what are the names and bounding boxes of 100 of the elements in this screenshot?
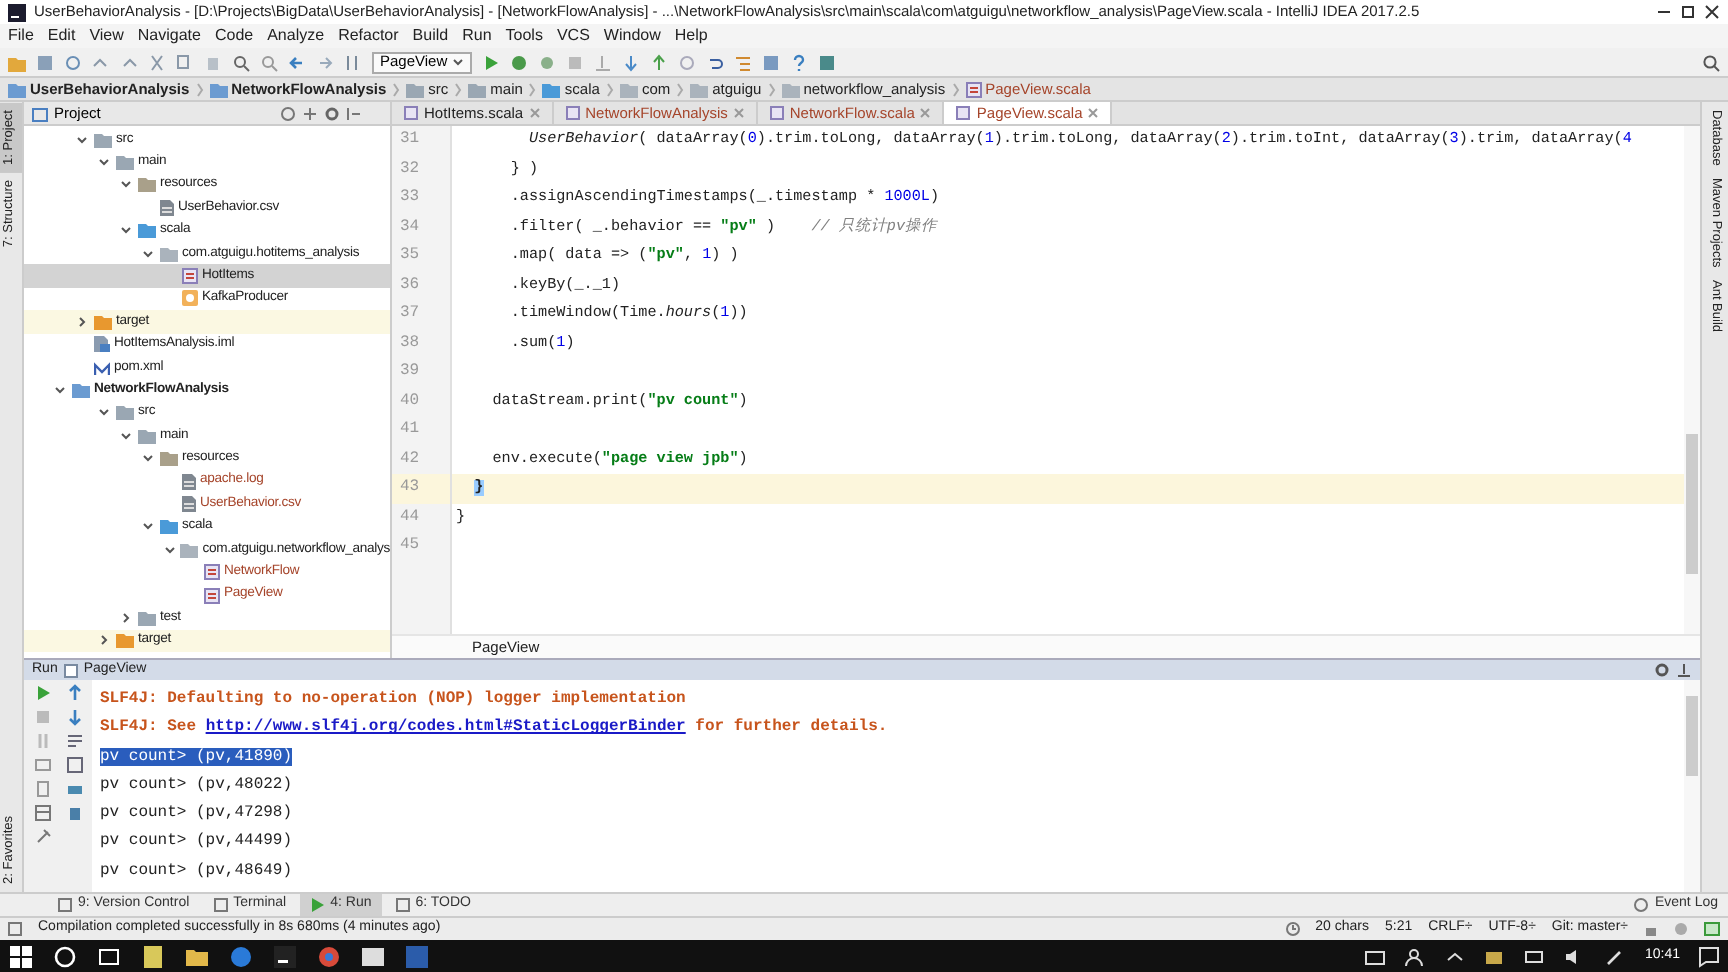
menu-item[interactable]: Run xyxy=(462,24,492,48)
menu-item[interactable]: View xyxy=(89,24,124,48)
menu-item[interactable]: Refactor xyxy=(338,24,399,48)
tool-icon xyxy=(213,898,228,912)
console-line: SLF4J: See http://www.slf4j.org/codes.html#StaticLoggerBinder for further details. xyxy=(100,718,888,737)
menu-item[interactable]: Window xyxy=(603,24,661,48)
redo-icon[interactable] xyxy=(120,53,138,71)
build-icon[interactable] xyxy=(344,53,362,71)
memory-icon[interactable] xyxy=(1704,922,1720,936)
line-number: 45 xyxy=(398,534,422,558)
console-line: pv count> (pv,44499) xyxy=(100,832,293,851)
package-icon xyxy=(619,81,638,97)
menu-item[interactable]: Edit xyxy=(47,24,76,48)
gear-icon[interactable] xyxy=(324,105,340,121)
line-number: 37 xyxy=(398,302,422,326)
class-icon xyxy=(182,290,198,307)
run-icon xyxy=(310,898,325,912)
run-config-icon xyxy=(63,663,78,677)
cut-icon[interactable] xyxy=(148,53,166,71)
chevron-icon xyxy=(454,81,463,97)
module-icon xyxy=(8,81,26,97)
scala-file-icon xyxy=(204,587,220,603)
lock-icon[interactable] xyxy=(1644,922,1658,936)
hide-icon[interactable] xyxy=(1676,662,1692,678)
maven-m-icon xyxy=(94,359,110,376)
tool-icon xyxy=(58,898,72,912)
scrollbar-thumb[interactable] xyxy=(1686,696,1698,776)
vcs-commit-icon[interactable] xyxy=(649,53,668,71)
layout-icon[interactable] xyxy=(33,804,51,822)
folder-icon xyxy=(542,81,561,97)
help-icon[interactable] xyxy=(789,53,808,71)
soft-wrap-icon[interactable] xyxy=(65,732,83,750)
package-icon xyxy=(180,541,199,558)
file-icon xyxy=(182,473,196,490)
maximize-icon[interactable] xyxy=(1680,4,1696,20)
down-arrow-icon[interactable] xyxy=(65,708,83,726)
module-icon xyxy=(209,81,228,97)
browser-circle-icon[interactable] xyxy=(316,943,342,969)
back-icon[interactable] xyxy=(288,53,306,71)
replace-icon[interactable] xyxy=(260,53,278,71)
search-icon[interactable] xyxy=(1702,53,1720,71)
undo-icon[interactable] xyxy=(92,53,110,71)
rerun-icon[interactable] xyxy=(33,684,51,702)
line-number: 42 xyxy=(398,447,422,471)
module-icon xyxy=(72,381,90,398)
menu-item[interactable]: Build xyxy=(412,24,449,48)
gear-icon[interactable] xyxy=(1654,662,1670,678)
make-icon[interactable] xyxy=(593,53,612,71)
browser-e-icon[interactable] xyxy=(228,943,254,969)
chevron-icon xyxy=(676,81,685,97)
menu-item[interactable]: VCS xyxy=(556,24,590,48)
line-number: 40 xyxy=(398,389,422,413)
forward-icon[interactable] xyxy=(316,53,334,71)
panel-toggle-icon[interactable] xyxy=(8,922,22,936)
line-number: 35 xyxy=(398,244,422,268)
hide-icon[interactable] xyxy=(346,105,362,121)
scrollbar-thumb[interactable] xyxy=(1686,434,1698,574)
vcs-update-icon[interactable] xyxy=(621,53,640,71)
menu-item[interactable]: Navigate xyxy=(137,24,201,48)
pin-icon[interactable] xyxy=(33,828,51,846)
menu-item[interactable]: File xyxy=(8,24,34,48)
line-number: 44 xyxy=(398,505,422,529)
revert-icon[interactable] xyxy=(705,53,724,71)
link[interactable]: http://www.slf4j.org/codes.html#StaticLoggerBinder xyxy=(205,718,686,737)
structure-icon[interactable] xyxy=(733,53,752,71)
scroll-end-icon[interactable] xyxy=(65,756,83,774)
folder-icon xyxy=(406,81,425,97)
console-line: SLF4J: Defaulting to no-operation (NOP) logger implementation xyxy=(100,690,686,708)
pen-icon[interactable] xyxy=(1604,945,1627,967)
exit-icon[interactable] xyxy=(33,780,51,798)
notepad-icon[interactable] xyxy=(140,943,166,969)
menu-item[interactable]: Analyze xyxy=(267,24,325,48)
menu-item[interactable]: Help xyxy=(674,24,708,48)
menu-item[interactable]: Code xyxy=(214,24,254,48)
up-arrow-icon[interactable] xyxy=(65,684,83,702)
menu-item[interactable]: Tools xyxy=(505,24,543,48)
console-line: pv count> (pv,47298) xyxy=(100,804,293,823)
caret-icon xyxy=(451,57,464,67)
battery-icon[interactable] xyxy=(1524,945,1547,967)
line-number: 33 xyxy=(398,186,422,210)
windows-logo-icon[interactable] xyxy=(8,943,34,969)
keyboard-icon[interactable] xyxy=(1364,945,1387,967)
chevron-icon xyxy=(605,81,614,97)
close-icon[interactable] xyxy=(1704,4,1720,20)
line-number: 34 xyxy=(398,215,422,239)
module-file-icon xyxy=(94,336,110,353)
run-icon[interactable] xyxy=(481,53,500,71)
scala-file-icon xyxy=(182,268,198,285)
debug-icon[interactable] xyxy=(509,53,528,71)
task-view-icon[interactable] xyxy=(96,943,122,969)
project-view-icon xyxy=(32,105,48,121)
people-icon[interactable] xyxy=(1404,945,1427,967)
notification-icon[interactable] xyxy=(1698,945,1720,967)
ide-icon[interactable] xyxy=(272,943,298,969)
expand-icon[interactable] xyxy=(302,105,318,121)
console-line: pv count> (pv,48022) xyxy=(100,775,293,794)
dump-icon[interactable] xyxy=(33,756,51,774)
scala-file-icon xyxy=(204,564,220,581)
copy-icon[interactable] xyxy=(176,53,194,71)
chevron-icon xyxy=(528,81,537,97)
